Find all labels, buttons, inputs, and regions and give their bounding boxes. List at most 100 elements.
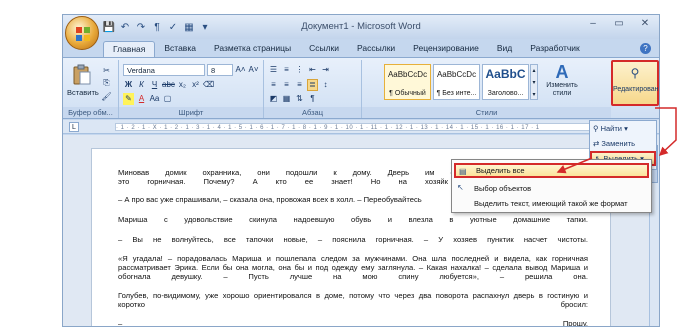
style-sample: AaBbC (485, 67, 526, 81)
italic-button[interactable]: К (136, 79, 147, 91)
menu-item-select-all[interactable]: ▤ Выделить все (454, 163, 649, 178)
format-painter-icon[interactable]: 🖌 (101, 90, 112, 102)
subscript-button[interactable]: x₂ (177, 79, 188, 91)
help-icon[interactable]: ? (640, 43, 651, 54)
cut-icon[interactable]: ✂ (101, 64, 112, 76)
select-all-icon: ▤ (459, 167, 467, 176)
minimize-button[interactable]: – (583, 18, 603, 32)
doc-line: Мариша с удовольствие скинула надоевшую … (118, 215, 588, 224)
style-name: Заголово... (487, 90, 524, 97)
style-heading[interactable]: AaBbC Заголово... (482, 64, 529, 100)
change-case-button[interactable]: Aa (149, 93, 160, 105)
menu-item-select-similar[interactable]: Выделить текст, имеющий такой же формат (454, 196, 649, 211)
style-name: ¶ Обычный (389, 90, 426, 97)
font-size-select[interactable]: 8 (207, 63, 233, 76)
bold-button[interactable]: Ж (123, 79, 134, 91)
tab-insert[interactable]: Вставка (155, 41, 205, 57)
window-controls: – ▭ ✕ (583, 18, 655, 32)
find-button[interactable]: ⚲ Найти ▾ (590, 121, 656, 136)
office-button[interactable] (65, 16, 99, 50)
font-group-label: Шрифт (119, 107, 263, 118)
superscript-button[interactable]: x² (190, 79, 201, 91)
horizontal-ruler: L · 1 · 2 · 1 · Ⅹ · 1 · 2 · 1 · 3 · 1 · … (63, 120, 659, 134)
tab-developer[interactable]: Разработчик (521, 41, 589, 57)
increase-indent-icon[interactable]: ⇥ (320, 64, 331, 76)
tab-references[interactable]: Ссылки (300, 41, 348, 57)
tab-home[interactable]: Главная (103, 41, 156, 57)
tab-view[interactable]: Вид (488, 41, 521, 57)
strikethrough-button[interactable]: abc (162, 79, 175, 91)
find-icon: ⚲ (593, 124, 601, 133)
editing-label: Редактирование (613, 86, 659, 93)
char-border-icon[interactable]: ▢ (162, 93, 173, 105)
title-bar: 💾 ↶ ↷ ¶ ✓ ▦ ▾ Документ1 - Microsoft Word… (63, 15, 659, 39)
copy-icon[interactable]: ⎘ (101, 77, 112, 89)
tab-page-layout[interactable]: Разметка страницы (205, 41, 300, 57)
change-styles-button[interactable]: A Изменить стили (542, 62, 582, 104)
doc-line: Голубев, по-видимому, уже хорошо ориенти… (118, 291, 588, 300)
menu-item-select-objects[interactable]: ↖ Выбор объектов (454, 181, 649, 196)
doc-line: – Вы не волнуйтесь, все тапочки новые, –… (118, 235, 588, 244)
tab-review[interactable]: Рецензирование (404, 41, 488, 57)
align-left-icon[interactable]: ≡ (268, 79, 279, 91)
doc-line: – (118, 319, 123, 327)
select-dropdown-menu: ▤ Выделить все ↖ Выбор объектов Выделить… (451, 159, 652, 213)
style-no-spacing[interactable]: AaBbCcDc ¶ Без инте... (433, 64, 480, 100)
doc-line: это горничная. Почему? А кто ее знает! Н… (118, 177, 448, 186)
tab-selector-icon[interactable]: L (69, 122, 79, 132)
editing-button[interactable]: ⚲ Редактирование (611, 60, 659, 106)
pointer-icon: ↖ (457, 183, 464, 192)
highlight-icon[interactable]: ✎ (123, 92, 134, 105)
menu-item-label: Выбор объектов (474, 184, 532, 193)
sort-icon[interactable]: ⇅ (294, 93, 305, 105)
justify-icon[interactable]: ≣ (307, 78, 318, 91)
clear-format-icon[interactable]: ⌫ (203, 79, 214, 91)
change-styles-icon: A (555, 62, 569, 82)
style-name: ¶ Без инте... (436, 90, 477, 97)
replace-label: Заменить (601, 139, 636, 148)
font-group: Verdana 8 A˄ A˅ Ж К Ч abc x₂ x² ⌫ ✎ A Aa… (119, 60, 264, 118)
align-center-icon[interactable]: ≡ (281, 79, 292, 91)
underline-button[interactable]: Ч (149, 79, 160, 91)
font-color-icon[interactable]: A (136, 93, 147, 105)
menu-item-label: Выделить текст, имеющий такой же формат (474, 199, 628, 208)
maximize-button[interactable]: ▭ (609, 18, 629, 32)
ribbon: Вставить ✂ ⎘ 🖌 Буфер обм... Verdana 8 A˄… (63, 57, 659, 119)
align-right-icon[interactable]: ≡ (294, 79, 305, 91)
paragraph-group: ☰ ≡ ⋮ ⇤ ⇥ ≡ ≡ ≡ ≣ ↕ ◩ ▦ ⇅ ¶ Абзац (264, 60, 362, 118)
numbering-icon[interactable]: ≡ (281, 64, 292, 76)
styles-scroll[interactable]: ▴ ▾ ▾ (530, 64, 538, 100)
borders-icon[interactable]: ▦ (281, 93, 292, 105)
tab-mailings[interactable]: Рассылки (348, 41, 404, 57)
paste-icon (73, 64, 91, 85)
style-normal[interactable]: AaBbCcDc ¶ Обычный (384, 64, 431, 100)
decrease-indent-icon[interactable]: ⇤ (307, 64, 318, 76)
multilevel-list-icon[interactable]: ⋮ (294, 64, 305, 76)
paragraph-group-label: Абзац (264, 107, 361, 118)
close-button[interactable]: ✕ (635, 18, 655, 32)
font-name-select[interactable]: Verdana (123, 63, 205, 76)
doc-line: обогнала девушку. – Пусть лучше на мою с… (118, 272, 588, 281)
binoculars-icon: ⚲ (630, 66, 640, 80)
doc-line: «Я угадала! – порадовалась Мариша и пошл… (118, 254, 588, 263)
paste-label: Вставить (67, 88, 99, 97)
doc-line: коротко бросил: (118, 300, 588, 309)
menu-item-label: Выделить все (476, 166, 525, 175)
doc-line: Прошу. (562, 319, 588, 327)
style-sample: AaBbCcDc (436, 70, 477, 79)
bullets-icon[interactable]: ☰ (268, 64, 279, 76)
window-title: Документ1 - Microsoft Word (301, 21, 421, 32)
doc-line: рассматривает Эрика. Если бы она могла, … (118, 263, 588, 272)
grow-font-icon[interactable]: A˄ (235, 64, 246, 76)
ribbon-tabs: Главная Вставка Разметка страницы Ссылки… (103, 41, 589, 57)
replace-button[interactable]: ⇄ Заменить (590, 136, 656, 151)
ruler-scale[interactable]: · 1 · 2 · 1 · Ⅹ · 1 · 2 · 1 · 3 · 1 · 4 … (115, 123, 649, 131)
paste-button[interactable]: Вставить (67, 64, 99, 102)
line-spacing-icon[interactable]: ↕ (320, 79, 331, 91)
show-marks-icon[interactable]: ¶ (307, 93, 318, 105)
shrink-font-icon[interactable]: A˅ (248, 64, 259, 76)
styles-group-label: Стили (362, 107, 611, 118)
clipboard-group: Вставить ✂ ⎘ 🖌 Буфер обм... (63, 60, 119, 118)
shading-icon[interactable]: ◩ (268, 93, 279, 105)
office-logo-icon (76, 27, 90, 41)
